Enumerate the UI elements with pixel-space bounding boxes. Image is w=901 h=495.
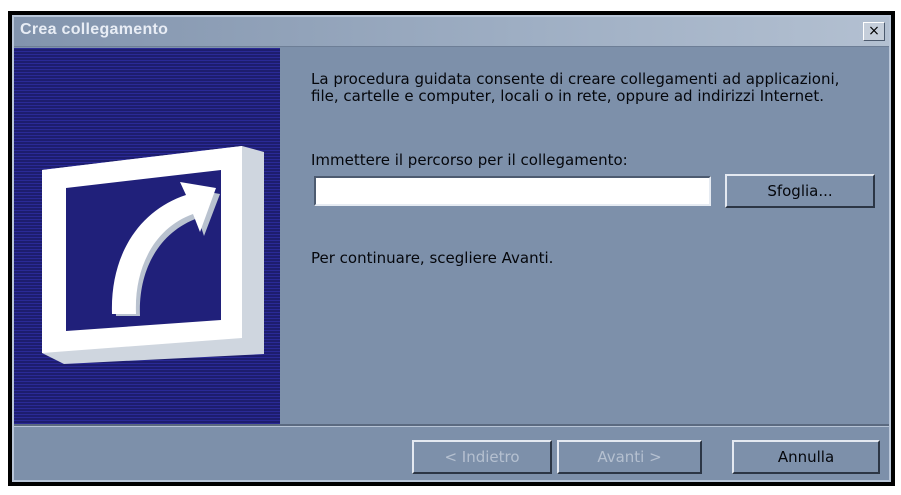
close-button[interactable]: ×: [863, 22, 885, 41]
wizard-banner: [14, 48, 280, 424]
path-input[interactable]: [314, 176, 711, 206]
screenshot-frame: Crea collegamento × La procedura guidata…: [0, 0, 901, 495]
window-body: Crea collegamento × La procedura guidata…: [12, 15, 891, 482]
cancel-button[interactable]: Annulla: [732, 440, 880, 474]
window-title: Crea collegamento: [20, 21, 169, 38]
next-button[interactable]: Avanti >: [557, 440, 702, 474]
continue-text: Per continuare, scegliere Avanti.: [311, 249, 554, 267]
wizard-content: La procedura guidata consente di creare …: [280, 48, 889, 424]
close-icon: ×: [868, 23, 880, 39]
path-label: Immettere il percorso per il collegament…: [311, 151, 628, 169]
footer-divider: [14, 426, 889, 427]
back-button[interactable]: < Indietro: [412, 440, 552, 474]
shortcut-arrow-icon: [42, 146, 264, 364]
browse-button[interactable]: Sfoglia...: [725, 174, 875, 208]
title-bar[interactable]: Crea collegamento ×: [14, 17, 889, 47]
button-bar: < Indietro Avanti > Annulla: [14, 424, 889, 480]
intro-text: La procedura guidata consente di creare …: [311, 70, 840, 105]
wizard-window: Crea collegamento × La procedura guidata…: [8, 11, 895, 486]
